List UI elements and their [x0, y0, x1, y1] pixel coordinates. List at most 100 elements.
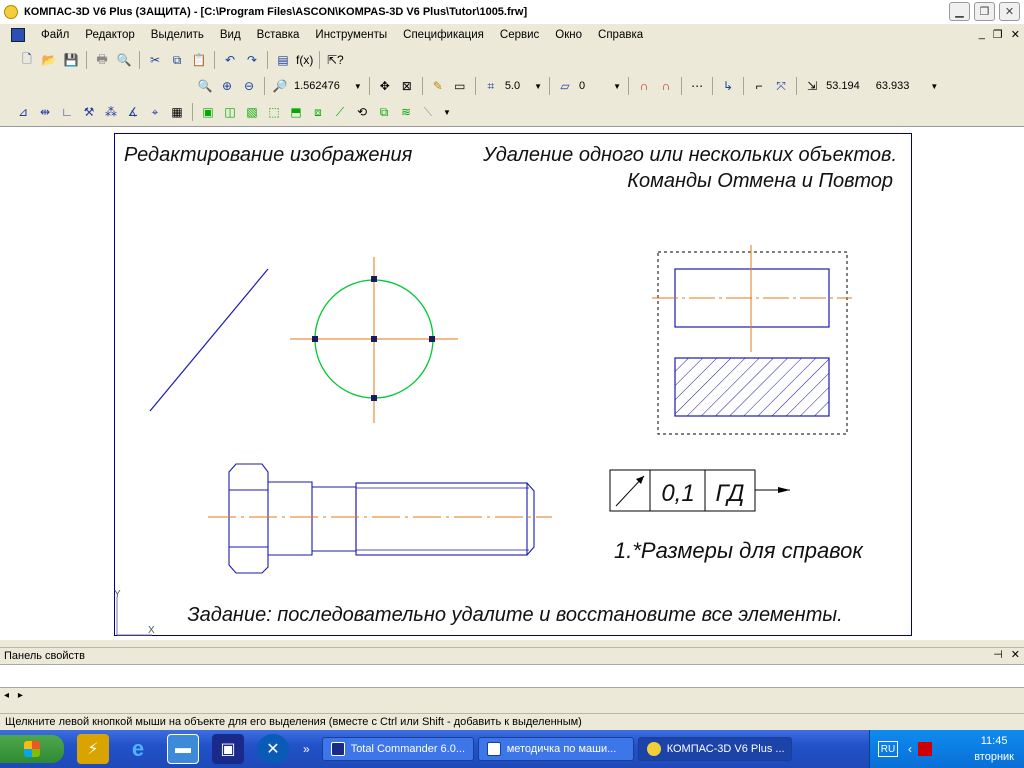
pin-icon[interactable]: ⊣: [993, 648, 1003, 661]
drawing-canvas[interactable]: Редактирование изображения Удаление одно…: [0, 126, 1024, 640]
menu-select[interactable]: Выделить: [143, 29, 212, 41]
dimensions-icon[interactable]: ⇹: [36, 103, 54, 121]
selection-icon[interactable]: ⌖: [146, 103, 164, 121]
layer-combo[interactable]: 0 ▼: [576, 77, 624, 95]
layers-icon[interactable]: ▭: [451, 77, 469, 95]
paste-icon[interactable]: 📋: [190, 51, 208, 69]
ortho-icon[interactable]: ⌐: [750, 77, 768, 95]
tolerance-frame[interactable]: 0,1 ГД: [609, 469, 790, 512]
select-view-icon[interactable]: ▧: [243, 103, 261, 121]
doc-close-button[interactable]: ✕: [1011, 28, 1020, 41]
context-help-icon[interactable]: ⇱?: [326, 51, 344, 69]
style-icon[interactable]: ✎: [429, 77, 447, 95]
close-button[interactable]: ✕: [999, 2, 1020, 21]
chevron-down-icon[interactable]: ▼: [613, 82, 621, 91]
zoom-scale-icon[interactable]: 🔎: [271, 77, 289, 95]
menu-editor[interactable]: Редактор: [77, 29, 143, 41]
local-cs-icon[interactable]: ↳: [719, 77, 737, 95]
new-file-icon[interactable]: 🗋: [18, 51, 36, 69]
restore-button[interactable]: ❐: [974, 2, 995, 21]
redo-icon[interactable]: ↷: [243, 51, 261, 69]
hatched-rectangle[interactable]: [674, 357, 830, 417]
bolt-thread-body[interactable]: [355, 482, 528, 556]
measure-icon[interactable]: ∡: [124, 103, 142, 121]
show-desktop-icon[interactable]: ▬: [167, 734, 199, 764]
print-preview-icon[interactable]: 🔍: [115, 51, 133, 69]
step-combo[interactable]: 5.0 ▼: [502, 77, 545, 95]
select-cancel-icon[interactable]: ⟲: [353, 103, 371, 121]
start-button[interactable]: [0, 735, 64, 763]
zoom-window-icon[interactable]: 🔍: [196, 77, 214, 95]
document-icon[interactable]: [11, 28, 25, 42]
doc-restore-button[interactable]: ❐: [993, 28, 1003, 41]
close-icon[interactable]: ✕: [1011, 648, 1020, 661]
select-previous-icon[interactable]: ⧉: [375, 103, 393, 121]
fx-icon[interactable]: f(x): [296, 51, 313, 69]
menu-window[interactable]: Окно: [547, 29, 590, 41]
cut-icon[interactable]: ✂: [146, 51, 164, 69]
tray-expand-icon[interactable]: ‹: [908, 742, 912, 756]
task-word[interactable]: методичка по маши...: [477, 737, 634, 761]
rectangles-group[interactable]: [652, 245, 852, 435]
grip-handle[interactable]: [371, 336, 377, 342]
menu-specification[interactable]: Спецификация: [395, 29, 492, 41]
circle-group[interactable]: [290, 257, 458, 423]
task-total-commander[interactable]: Total Commander 6.0...: [321, 737, 474, 761]
round-icon[interactable]: ⤧: [772, 77, 790, 95]
open-file-icon[interactable]: 📂: [40, 51, 58, 69]
antivirus-icon[interactable]: [918, 742, 932, 756]
pan-icon[interactable]: ✥: [376, 77, 394, 95]
layer-icon[interactable]: ▱: [556, 77, 574, 95]
undo-icon[interactable]: ↶: [221, 51, 239, 69]
coord-x-field[interactable]: 53.194: [823, 77, 863, 95]
scroll-left-icon[interactable]: ◂: [4, 690, 9, 701]
select-cross-icon[interactable]: ⬒: [287, 103, 305, 121]
language-indicator[interactable]: RU: [878, 741, 898, 757]
internet-explorer-icon[interactable]: e: [122, 734, 154, 764]
grip-handle[interactable]: [429, 336, 435, 342]
doc-minimize-button[interactable]: _: [979, 28, 985, 41]
copy-icon[interactable]: ⧉: [168, 51, 186, 69]
zoom-combo[interactable]: 1.562476 ▼: [291, 77, 365, 95]
geometry-icon[interactable]: ⊿: [14, 103, 32, 121]
select-all-icon[interactable]: ▣: [199, 103, 217, 121]
select-style-icon[interactable]: ⟋: [331, 103, 349, 121]
select-secant-icon[interactable]: ⟍: [419, 103, 437, 121]
grip-handle[interactable]: [371, 395, 377, 401]
task-kompas[interactable]: КОМПАС-3D V6 Plus ...: [637, 737, 792, 761]
scroll-right-icon[interactable]: ▸: [18, 690, 23, 701]
menu-view[interactable]: Вид: [212, 29, 249, 41]
select-hatch-icon[interactable]: ≋: [397, 103, 415, 121]
chevron-down-icon[interactable]: ▼: [443, 108, 451, 117]
network-icon[interactable]: ✕: [257, 734, 289, 764]
menu-help[interactable]: Справка: [590, 29, 651, 41]
select-frame-icon[interactable]: ⬚: [265, 103, 283, 121]
grid-step-icon[interactable]: ⌗: [482, 77, 500, 95]
menu-insert[interactable]: Вставка: [249, 29, 308, 41]
bolt[interactable]: [228, 463, 535, 574]
save-icon[interactable]: 💾: [62, 51, 80, 69]
segment-line[interactable]: [149, 268, 269, 412]
technical-note[interactable]: 1.*Размеры для справок: [614, 538, 864, 563]
menu-tools[interactable]: Инструменты: [307, 29, 395, 41]
minimize-button[interactable]: ▁: [949, 2, 970, 21]
chevron-down-icon[interactable]: ▼: [354, 82, 362, 91]
parametrization-icon[interactable]: ⁂: [102, 103, 120, 121]
chevron-down-icon[interactable]: ▼: [534, 82, 542, 91]
zoom-in-icon[interactable]: ⊕: [218, 77, 236, 95]
select-type-icon[interactable]: ⧈: [309, 103, 327, 121]
clock[interactable]: 11:45 вторник: [974, 733, 1014, 765]
kompas-app-icon[interactable]: [4, 5, 18, 19]
select-layer-icon[interactable]: ◫: [221, 103, 239, 121]
menu-service[interactable]: Сервис: [492, 29, 547, 41]
bolt-head[interactable]: [228, 463, 269, 574]
bolt-neck[interactable]: [312, 486, 357, 552]
snap-magnet-icon[interactable]: ∩: [635, 77, 653, 95]
snap-local-icon[interactable]: ∩: [657, 77, 675, 95]
menu-file[interactable]: Файл: [33, 29, 77, 41]
chevron-down-icon[interactable]: ▼: [930, 82, 938, 91]
taskbar-overflow[interactable]: »: [303, 742, 310, 756]
symbols-icon[interactable]: ∟: [58, 103, 76, 121]
grip-handle[interactable]: [371, 276, 377, 282]
specification-icon[interactable]: ▦: [168, 103, 186, 121]
